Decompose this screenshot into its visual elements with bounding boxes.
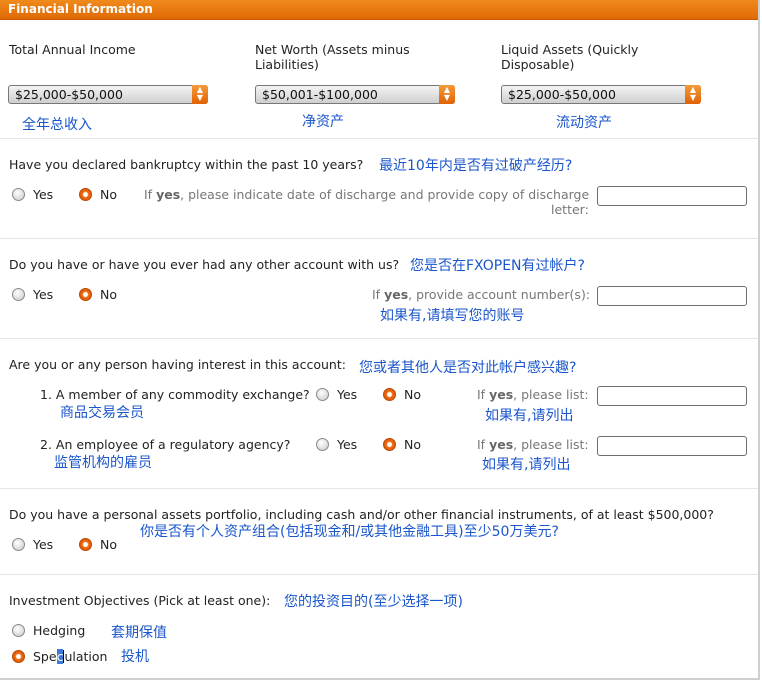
- net-worth-label-2: Liabilities): [255, 57, 319, 72]
- bankruptcy-no-label: No: [100, 187, 117, 202]
- regulatory-hint-cn: 如果有,请列出: [482, 457, 571, 473]
- account-hint-cn: 如果有,请填写您的账号: [380, 308, 525, 324]
- commodity-yes-radio[interactable]: [316, 388, 329, 401]
- commodity-yes-label: Yes: [337, 387, 358, 402]
- portfolio-yes-label: Yes: [33, 537, 54, 552]
- total-income-value: $25,000-$50,000: [15, 87, 123, 102]
- account-no-radio[interactable]: [79, 288, 92, 301]
- net-worth-select[interactable]: $50,001-$100,000 ▲ ▼: [255, 85, 455, 104]
- chevron-updown-icon: ▲ ▼: [192, 85, 208, 104]
- bankruptcy-yes-radio[interactable]: [12, 188, 25, 201]
- account-cn: 您是否在FXOPEN有过帐户?: [410, 258, 585, 274]
- commodity-no-radio[interactable]: [383, 388, 396, 401]
- speculation-radio[interactable]: [12, 650, 25, 663]
- liquid-assets-value: $25,000-$50,000: [508, 87, 616, 102]
- liquid-assets-cn: 流动资产: [556, 115, 612, 131]
- commodity-no-label: No: [404, 387, 421, 402]
- total-income-label: Total Annual Income: [9, 42, 136, 57]
- bankruptcy-yes-label: Yes: [33, 187, 54, 202]
- commodity-list-input[interactable]: [597, 386, 747, 406]
- bankruptcy-hint-line2: letter:: [551, 202, 589, 217]
- interest-question: Are you or any person having interest in…: [9, 357, 346, 372]
- commodity-hint-cn: 如果有,请列出: [485, 408, 574, 424]
- portfolio-cn: 你是否有个人资产组合(包括现金和/或其他金融工具)至少50万美元?: [140, 524, 559, 540]
- bankruptcy-no-radio[interactable]: [79, 188, 92, 201]
- regulatory-no-radio[interactable]: [383, 438, 396, 451]
- regulatory-hint: If yes, please list:: [477, 437, 589, 452]
- account-yes-radio[interactable]: [12, 288, 25, 301]
- regulatory-yes-label: Yes: [337, 437, 358, 452]
- commodity-member-cn: 商品交易会员: [60, 405, 144, 421]
- chevron-updown-icon: ▲ ▼: [685, 85, 701, 104]
- net-worth-label-1: Net Worth (Assets minus: [255, 42, 410, 57]
- divider: [0, 574, 758, 575]
- bankruptcy-question: Have you declared bankruptcy within the …: [9, 157, 364, 172]
- regulatory-employee-cn: 监管机构的雇员: [54, 455, 152, 471]
- discharge-date-input[interactable]: [597, 186, 747, 206]
- interest-cn: 您或者其他人是否对此帐户感兴趣?: [359, 360, 577, 376]
- regulatory-list-input[interactable]: [597, 436, 747, 456]
- hedging-cn: 套期保值: [111, 625, 167, 641]
- divider: [0, 138, 758, 139]
- account-yes-label: Yes: [33, 287, 54, 302]
- portfolio-no-label: No: [100, 537, 117, 552]
- objectives-cn: 您的投资目的(至少选择一项): [284, 594, 463, 610]
- liquid-assets-label-2: Disposable): [501, 57, 575, 72]
- chevron-updown-icon: ▲ ▼: [439, 85, 455, 104]
- hedging-label: Hedging: [33, 623, 86, 638]
- account-hint: If yes, provide account number(s):: [372, 287, 591, 302]
- account-no-label: No: [100, 287, 117, 302]
- divider: [0, 338, 758, 339]
- speculation-label: Speculation: [33, 649, 108, 664]
- commodity-hint: If yes, please list:: [477, 387, 589, 402]
- divider: [0, 238, 758, 239]
- liquid-assets-select[interactable]: $25,000-$50,000 ▲ ▼: [501, 85, 701, 104]
- section-header: Financial Information: [0, 0, 758, 20]
- total-income-cn: 全年总收入: [22, 117, 92, 133]
- divider: [0, 488, 758, 489]
- bankruptcy-hint-line1: If yes, please indicate date of discharg…: [144, 187, 590, 202]
- speculation-cn: 投机: [121, 649, 149, 665]
- regulatory-no-label: No: [404, 437, 421, 452]
- regulatory-yes-radio[interactable]: [316, 438, 329, 451]
- account-number-input[interactable]: [597, 286, 747, 306]
- objectives-label: Investment Objectives (Pick at least one…: [9, 593, 271, 608]
- total-income-select[interactable]: $25,000-$50,000 ▲ ▼: [8, 85, 208, 104]
- account-question: Do you have or have you ever had any oth…: [9, 257, 400, 272]
- regulatory-employee-question: 2. An employee of a regulatory agency?: [40, 437, 291, 452]
- portfolio-no-radio[interactable]: [79, 538, 92, 551]
- net-worth-cn: 净资产: [302, 114, 344, 130]
- commodity-member-question: 1. A member of any commodity exchange?: [40, 387, 310, 402]
- text-selection: c: [56, 649, 64, 664]
- liquid-assets-label-1: Liquid Assets (Quickly: [501, 42, 639, 57]
- portfolio-yes-radio[interactable]: [12, 538, 25, 551]
- portfolio-question: Do you have a personal assets portfolio,…: [9, 507, 714, 522]
- net-worth-value: $50,001-$100,000: [262, 87, 378, 102]
- hedging-radio[interactable]: [12, 624, 25, 637]
- bankruptcy-cn: 最近10年内是否有过破产经历?: [379, 158, 573, 174]
